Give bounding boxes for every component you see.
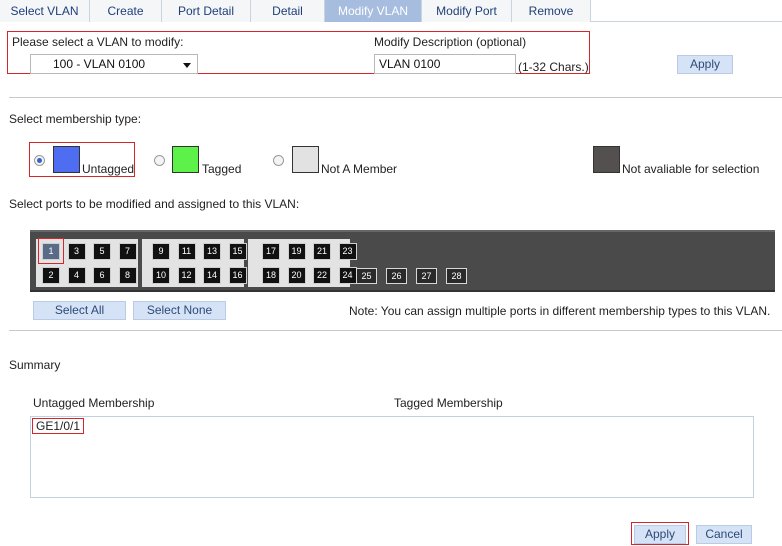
port-7[interactable]: 7 [118, 243, 137, 260]
port-16[interactable]: 16 [228, 267, 247, 284]
select-all-button[interactable]: Select All [33, 301, 126, 320]
untagged-swatch [53, 146, 80, 173]
port-3[interactable]: 3 [67, 243, 86, 260]
tagged-radio[interactable] [154, 155, 165, 166]
port-26[interactable]: 26 [386, 268, 407, 284]
tab-detail[interactable]: Detail [251, 0, 325, 22]
tab-bar: Select VLAN Create Port Detail Detail Mo… [0, 0, 782, 22]
ports-label: Select ports to be modified and assigned… [9, 197, 300, 211]
port-24[interactable]: 24 [338, 267, 357, 284]
port-20[interactable]: 20 [287, 267, 306, 284]
untagged-membership-header: Untagged Membership [33, 396, 155, 410]
port-8[interactable]: 8 [118, 267, 137, 284]
description-input[interactable] [374, 54, 516, 74]
cancel-button[interactable]: Cancel [696, 525, 752, 544]
port-1-highlight [38, 238, 64, 264]
select-none-button[interactable]: Select None [133, 301, 226, 320]
port-5[interactable]: 5 [93, 243, 111, 260]
port-9[interactable]: 9 [152, 243, 170, 260]
port-14[interactable]: 14 [203, 267, 221, 284]
unavailable-swatch [593, 146, 620, 173]
ports-note: Note: You can assign multiple ports in d… [349, 304, 771, 318]
tagged-swatch [172, 146, 199, 173]
description-label: Modify Description (optional) [374, 35, 527, 49]
summary-box: GE1/0/1 [30, 416, 754, 498]
not-member-radio[interactable] [273, 155, 284, 166]
port-23[interactable]: 23 [338, 243, 357, 260]
untagged-label: Untagged [82, 162, 135, 176]
port-6[interactable]: 6 [93, 267, 111, 284]
description-hint: (1-32 Chars.) [518, 60, 589, 74]
tagged-membership-header: Tagged Membership [394, 396, 503, 410]
tagged-label: Tagged [202, 162, 242, 176]
apply-description-button[interactable]: Apply [677, 55, 733, 74]
apply-button[interactable]: Apply [634, 525, 686, 544]
vlan-select-value: 100 - VLAN 0100 [53, 57, 146, 71]
port-17[interactable]: 17 [262, 243, 280, 260]
vlan-select-label: Please select a VLAN to modify: [12, 35, 184, 49]
divider [9, 97, 782, 98]
port-28[interactable]: 28 [446, 268, 467, 284]
vlan-select[interactable]: 100 - VLAN 0100 [30, 54, 198, 74]
tab-remove[interactable]: Remove [512, 0, 591, 22]
tab-select-vlan[interactable]: Select VLAN [0, 0, 90, 22]
not-member-label: Not A Member [321, 162, 398, 176]
port-11[interactable]: 11 [177, 243, 196, 260]
port-19[interactable]: 19 [287, 243, 306, 260]
port-13[interactable]: 13 [203, 243, 221, 260]
unavailable-label: Not avaliable for selection [622, 162, 760, 176]
not-member-swatch [292, 146, 319, 173]
port-25[interactable]: 25 [356, 268, 377, 284]
port-21[interactable]: 21 [313, 243, 331, 260]
port-22[interactable]: 22 [313, 267, 331, 284]
untagged-membership-value: GE1/0/1 [36, 419, 81, 433]
summary-title: Summary [9, 358, 61, 372]
chevron-down-icon [183, 63, 191, 68]
membership-type-label: Select membership type: [9, 112, 142, 126]
port-12[interactable]: 12 [177, 267, 196, 284]
port-27[interactable]: 27 [416, 268, 437, 284]
untagged-radio[interactable] [34, 155, 45, 166]
port-2[interactable]: 2 [42, 267, 60, 284]
port-18[interactable]: 18 [262, 267, 280, 284]
port-4[interactable]: 4 [67, 267, 86, 284]
tab-modify-port[interactable]: Modify Port [422, 0, 512, 22]
port-10[interactable]: 10 [152, 267, 170, 284]
tab-port-detail[interactable]: Port Detail [162, 0, 251, 22]
tab-modify-vlan[interactable]: Modify VLAN [325, 0, 422, 22]
port-15[interactable]: 15 [228, 243, 247, 260]
divider [9, 330, 782, 331]
tab-create[interactable]: Create [90, 0, 162, 22]
